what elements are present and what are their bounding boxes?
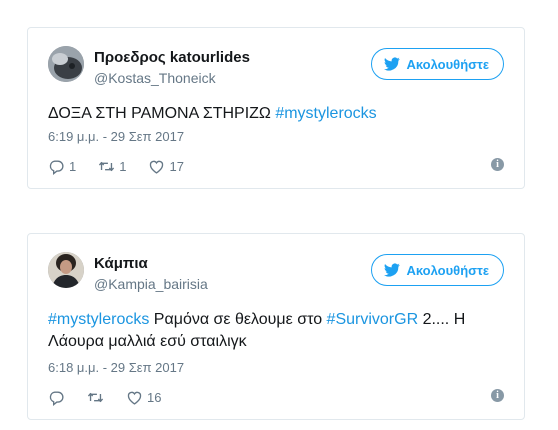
- user-handle[interactable]: @Kampia_bairisia: [94, 276, 208, 292]
- tweet-text: ΔΟΞΑ ΣΤΗ ΡΑΜΟΝΑ ΣΤΗΡΙΖΩ #mystylerocks: [48, 103, 504, 125]
- info-icon[interactable]: i: [491, 158, 504, 171]
- like-button[interactable]: 16: [126, 389, 161, 406]
- reply-button[interactable]: 1: [48, 158, 76, 175]
- avatar[interactable]: [48, 46, 84, 82]
- avatar[interactable]: [48, 252, 84, 288]
- tweet-text: #mystylerocks Ραμόνα σε θελουμε στο #Sur…: [48, 309, 504, 353]
- like-button[interactable]: 17: [148, 158, 184, 175]
- tweet-text-plain: ΔΟΞΑ ΣΤΗ ΡΑΜΟΝΑ ΣΤΗΡΙΖΩ: [48, 105, 276, 122]
- tweet-actions: 1 1 17 i: [48, 156, 504, 176]
- tweet-actions: 16 i: [48, 387, 504, 407]
- hashtag-link[interactable]: #mystylerocks: [48, 311, 149, 328]
- timestamp-link[interactable]: 6:19 μ.μ. - 29 Σεπ 2017: [48, 129, 184, 144]
- retweet-button[interactable]: 1: [98, 158, 126, 175]
- retweet-button[interactable]: [87, 389, 104, 406]
- twitter-bird-icon: [384, 263, 401, 277]
- display-name[interactable]: Προεδρος katourlides: [94, 49, 250, 66]
- retweet-icon: [99, 161, 115, 171]
- hashtag-link[interactable]: #mystylerocks: [275, 105, 376, 122]
- user-handle[interactable]: @Kostas_Thoneick: [94, 70, 216, 86]
- twitter-bird-icon: [384, 57, 401, 71]
- follow-button[interactable]: Ακολουθήστε: [371, 254, 504, 286]
- info-icon[interactable]: i: [491, 389, 504, 402]
- like-icon: [127, 391, 142, 405]
- hashtag-link[interactable]: #SurvivorGR: [327, 311, 419, 328]
- follow-label: Ακολουθήστε: [406, 56, 489, 72]
- tweet-card: Προεδρος katourlides @Kostas_Thoneick Ακ…: [27, 27, 525, 189]
- follow-button[interactable]: Ακολουθήστε: [371, 48, 504, 80]
- reply-icon: [49, 391, 64, 406]
- reply-button[interactable]: [48, 389, 65, 406]
- retweet-icon: [87, 392, 104, 402]
- reply-count: 1: [69, 158, 77, 174]
- tweet-text-plain: Ραμόνα σε θελουμε στο: [149, 311, 327, 328]
- like-count: 16: [147, 389, 162, 405]
- like-icon: [150, 160, 164, 174]
- reply-icon: [49, 160, 64, 175]
- like-count: 17: [169, 158, 184, 174]
- tweet-card: Κάμπια @Kampia_bairisia Ακολουθήστε #mys…: [27, 233, 525, 420]
- retweet-count: 1: [119, 158, 127, 174]
- timestamp-link[interactable]: 6:18 μ.μ. - 29 Σεπ 2017: [48, 360, 184, 375]
- display-name[interactable]: Κάμπια: [94, 255, 148, 272]
- follow-label: Ακολουθήστε: [406, 262, 489, 278]
